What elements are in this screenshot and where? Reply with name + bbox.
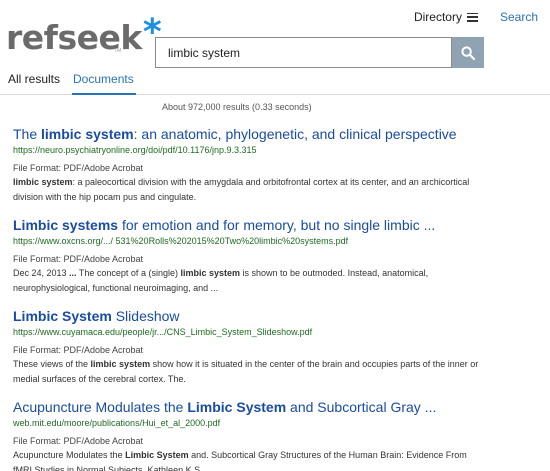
result-title-link[interactable]: Limbic System Slideshow xyxy=(13,308,488,325)
result-title-link[interactable]: Limbic systems for emotion and for memor… xyxy=(13,217,488,234)
search-link[interactable]: Search xyxy=(500,10,538,24)
logo-text: refseek xyxy=(6,18,142,57)
result-item: The limbic system: an anatomic, phylogen… xyxy=(13,126,488,205)
header: refseek * TM Directory Search All result… xyxy=(0,0,550,95)
directory-label: Directory xyxy=(413,10,462,24)
result-file-format: File Format: PDF/Adobe Acrobat xyxy=(13,163,144,173)
result-title-link[interactable]: The limbic system: an anatomic, phylogen… xyxy=(13,126,488,143)
result-file-format: File Format: PDF/Adobe Acrobat xyxy=(13,254,144,264)
search-box xyxy=(155,37,452,68)
search-button[interactable] xyxy=(452,37,484,68)
directory-link[interactable]: Directory xyxy=(414,10,478,24)
search-input[interactable] xyxy=(156,38,451,67)
logo-trademark: TM xyxy=(114,48,122,54)
result-snippet: Acupuncture Modulates the Limbic System … xyxy=(13,450,467,471)
result-snippet: Dec 24, 2013 ... The concept of a (singl… xyxy=(13,268,429,293)
refseek-logo[interactable]: refseek * TM xyxy=(6,15,162,58)
result-title-link[interactable]: Acupuncture Modulates the Limbic System … xyxy=(13,399,488,416)
results-count: About 972,000 results (0.33 seconds) xyxy=(162,102,312,112)
tab-all-results[interactable]: All results xyxy=(8,70,60,95)
result-url: https://neuro.psychiatryonline.org/doi/p… xyxy=(13,145,257,155)
results-list: The limbic system: an anatomic, phylogen… xyxy=(13,126,488,471)
result-item: Limbic systems for emotion and for memor… xyxy=(13,217,488,296)
list-icon xyxy=(466,12,478,22)
result-tabs: All results Documents xyxy=(0,70,136,95)
result-file-format: File Format: PDF/Adobe Acrobat xyxy=(13,345,144,355)
result-url: https://www.oxcns.org/.../ 531%20Rolls%2… xyxy=(13,236,349,246)
search-icon xyxy=(461,45,475,60)
result-snippet: limbic system: a paleocortical division … xyxy=(13,177,470,202)
result-url: web.mit.edu/moore/publications/Hui_et_al… xyxy=(13,418,221,428)
tab-documents[interactable]: Documents xyxy=(72,70,136,95)
result-snippet: These views of the limbic system show ho… xyxy=(13,359,479,384)
result-url: https://www.cuyamaca.edu/people/jr.../CN… xyxy=(13,327,313,337)
top-links: Directory Search xyxy=(414,10,550,24)
result-file-format: File Format: PDF/Adobe Acrobat xyxy=(13,436,144,446)
result-item: Acupuncture Modulates the Limbic System … xyxy=(13,399,488,471)
result-item: Limbic System Slideshow https://www.cuyam… xyxy=(13,308,488,387)
